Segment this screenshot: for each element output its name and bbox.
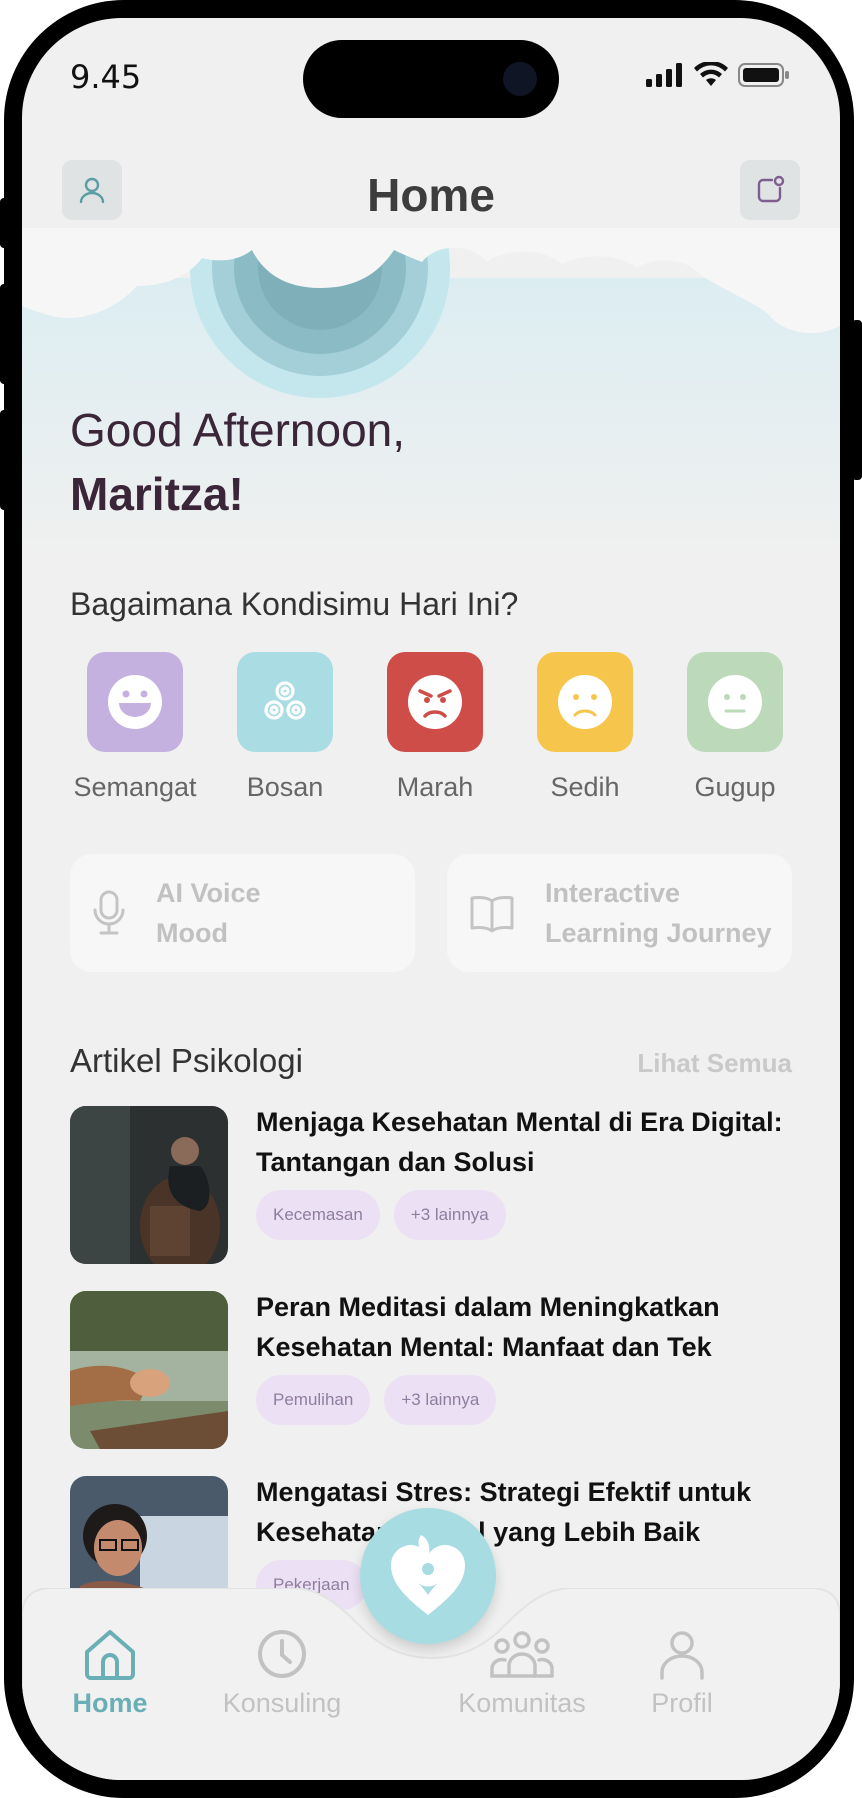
article-title: Mengatasi Stres: Strategi Efektif untuk …	[256, 1477, 752, 1547]
page-title: Home	[367, 169, 495, 221]
heart-leaf-logo-icon	[391, 1535, 465, 1615]
mood-tile	[687, 652, 783, 752]
mood-label: Bosan	[246, 772, 324, 802]
nav-label: Home	[72, 1688, 148, 1718]
ai-voice-mood-card[interactable]: AI Voice Mood	[70, 854, 415, 972]
mood-tile	[237, 652, 333, 752]
article-thumbnail	[70, 1291, 228, 1449]
article-tag[interactable]: Kecemasan	[256, 1190, 380, 1240]
article-card[interactable]: Peran Meditasi dalam Meningkatkan Keseha…	[70, 1273, 810, 1458]
wifi-icon	[694, 62, 728, 86]
nav-home[interactable]: Home	[60, 1628, 160, 1719]
silent-switch	[0, 198, 8, 248]
clock-icon	[258, 1630, 306, 1678]
greeting: Good Afternoon, Maritza!	[70, 398, 405, 526]
power-button	[852, 320, 862, 480]
articles-header: Artikel Psikologi Lihat Semua	[70, 1042, 792, 1086]
home-icon	[85, 1630, 135, 1680]
mood-tile	[537, 652, 633, 752]
nav-label: Profil	[651, 1688, 713, 1718]
neutral-face-icon	[708, 675, 762, 729]
signal-icon	[646, 63, 682, 87]
book-icon	[470, 895, 514, 933]
feature-cards: AI Voice Mood Interactive Learning Journ…	[70, 854, 792, 972]
notification-button[interactable]	[740, 160, 800, 220]
article-tags: Kecemasan +3 lainnya	[256, 1190, 506, 1240]
section-title: Artikel Psikologi	[70, 1042, 303, 1079]
grin-face-icon	[108, 675, 162, 729]
mood-option-gugup[interactable]: Gugup	[670, 652, 800, 803]
volume-up-button	[0, 284, 8, 384]
dynamic-island	[303, 40, 559, 118]
article-tag-more[interactable]: +3 lainnya	[393, 1190, 506, 1240]
nav-komunitas[interactable]: Komunitas	[452, 1630, 592, 1719]
angry-face-icon	[408, 675, 462, 729]
sad-face-icon	[558, 675, 612, 729]
article-thumbnail	[70, 1106, 228, 1264]
mood-option-semangat[interactable]: Semangat	[70, 652, 200, 803]
microphone-icon	[93, 890, 125, 935]
see-all-link[interactable]: Lihat Semua	[637, 1048, 792, 1079]
article-title: Menjaga Kesehatan Mental di Era Digital:…	[256, 1107, 783, 1177]
camera-icon	[503, 62, 537, 96]
feature-label: AI Voice Mood	[156, 878, 261, 948]
nav-label: Komunitas	[458, 1688, 586, 1718]
mood-option-sedih[interactable]: Sedih	[520, 652, 650, 803]
nav-profil[interactable]: Profil	[632, 1630, 732, 1719]
triskelion-icon	[264, 681, 306, 720]
mood-label: Gugup	[694, 772, 776, 802]
user-name: Maritza!	[70, 468, 244, 520]
status-time: 9.45	[70, 58, 142, 96]
mood-option-bosan[interactable]: Bosan	[220, 652, 350, 803]
status-bar: 9.45	[22, 18, 840, 138]
mood-option-marah[interactable]: Marah	[370, 652, 500, 803]
mood-tile	[87, 652, 183, 752]
mood-label: Semangat	[73, 772, 197, 802]
nav-label: Konsuling	[222, 1688, 342, 1718]
volume-down-button	[0, 410, 8, 510]
mood-question: Bagaimana Kondisimu Hari Ini?	[70, 586, 519, 622]
mood-selector: Semangat Bosan Marah Sedih Gugup	[70, 652, 800, 803]
article-tag-more[interactable]: +3 lainnya	[384, 1375, 497, 1425]
article-title: Peran Meditasi dalam Meningkatkan Keseha…	[256, 1292, 720, 1362]
mood-label: Marah	[396, 772, 474, 802]
mood-tile	[387, 652, 483, 752]
battery-icon	[738, 63, 789, 87]
article-tag[interactable]: Pemulihan	[256, 1375, 371, 1425]
article-card[interactable]: Menjaga Kesehatan Mental di Era Digital:…	[70, 1088, 810, 1273]
notification-icon	[757, 175, 785, 203]
community-icon	[490, 1631, 554, 1678]
greeting-text: Good Afternoon,	[70, 404, 406, 456]
app-screen: 9.45 Home Good Afternoon, Maritza! Bagai…	[22, 18, 840, 1780]
center-action-button[interactable]	[360, 1508, 496, 1644]
status-icons	[646, 62, 790, 88]
mood-label: Sedih	[550, 772, 620, 802]
interactive-learning-card[interactable]: Interactive Learning Journey	[447, 854, 792, 972]
article-tags: Pemulihan +3 lainnya	[256, 1375, 497, 1425]
nav-konsuling[interactable]: Konsuling	[212, 1628, 352, 1719]
feature-label: Interactive Learning Journey	[545, 878, 772, 948]
person-icon	[660, 1631, 704, 1680]
